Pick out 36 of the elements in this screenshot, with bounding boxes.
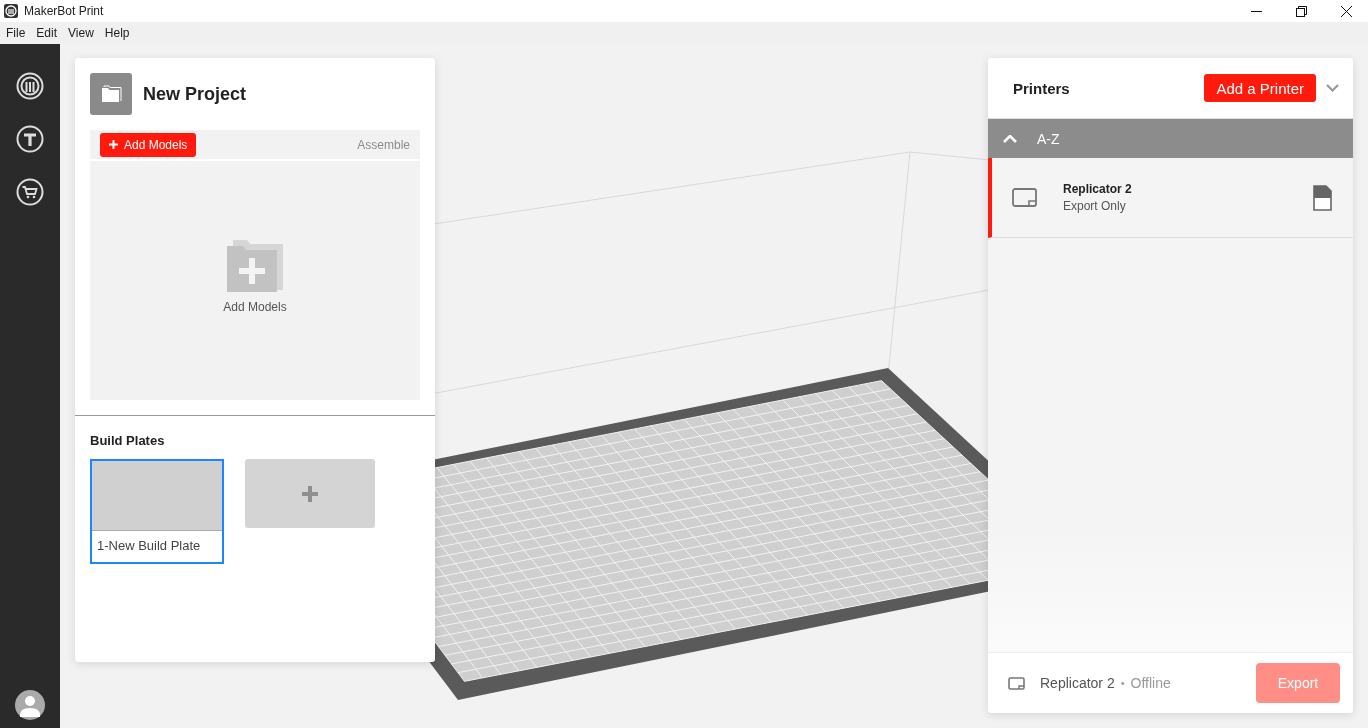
section-title: Build Plates <box>90 433 166 448</box>
printer-status: Export Only <box>1063 199 1127 213</box>
printer-icon <box>1008 676 1025 690</box>
model-drop-area[interactable]: Add Models <box>90 161 420 400</box>
restore-icon[interactable] <box>1296 5 1307 17</box>
printer-name: Replicator 2 <box>1063 182 1132 196</box>
letter-t-icon[interactable] <box>16 125 44 153</box>
close-icon[interactable] <box>1341 5 1352 17</box>
separator-dot: • <box>1120 677 1125 689</box>
build-plate-card[interactable]: 1-New Build Plate <box>90 459 224 564</box>
menu-item[interactable]: File <box>6 26 26 40</box>
group-label: A-Z <box>1037 130 1060 147</box>
panel-title: Printers <box>1013 79 1071 97</box>
logo-icon[interactable] <box>16 72 44 100</box>
folder-icon <box>90 73 132 115</box>
plus-icon <box>109 140 118 149</box>
cart-icon[interactable] <box>16 178 44 206</box>
printer-row[interactable]: Replicator 2 Export Only <box>988 158 1353 238</box>
printer-status: Offline <box>1130 675 1171 691</box>
menu-item[interactable]: View <box>68 26 94 40</box>
window-title: MakerBot Print <box>24 4 104 18</box>
plus-icon <box>302 485 318 502</box>
menu-item[interactable]: Help <box>104 26 130 40</box>
chevron-up-icon[interactable] <box>1003 134 1017 143</box>
chevron-down-icon[interactable] <box>1326 84 1339 92</box>
sd-card-icon <box>1313 184 1332 211</box>
app-logo-icon <box>4 4 18 18</box>
project-title: New Project <box>143 83 247 105</box>
minimize-icon[interactable] <box>1251 10 1262 12</box>
plate-label: 1-New Build Plate <box>96 537 202 555</box>
user-avatar-icon[interactable] <box>15 690 45 720</box>
printer-icon <box>1012 188 1037 207</box>
menu-item[interactable]: Edit <box>36 26 58 40</box>
add-printer-button[interactable]: Add a Printer <box>1204 74 1316 102</box>
add-models-button[interactable]: Add Models <box>100 132 197 157</box>
printer-name: Replicator 2 <box>1040 675 1115 691</box>
